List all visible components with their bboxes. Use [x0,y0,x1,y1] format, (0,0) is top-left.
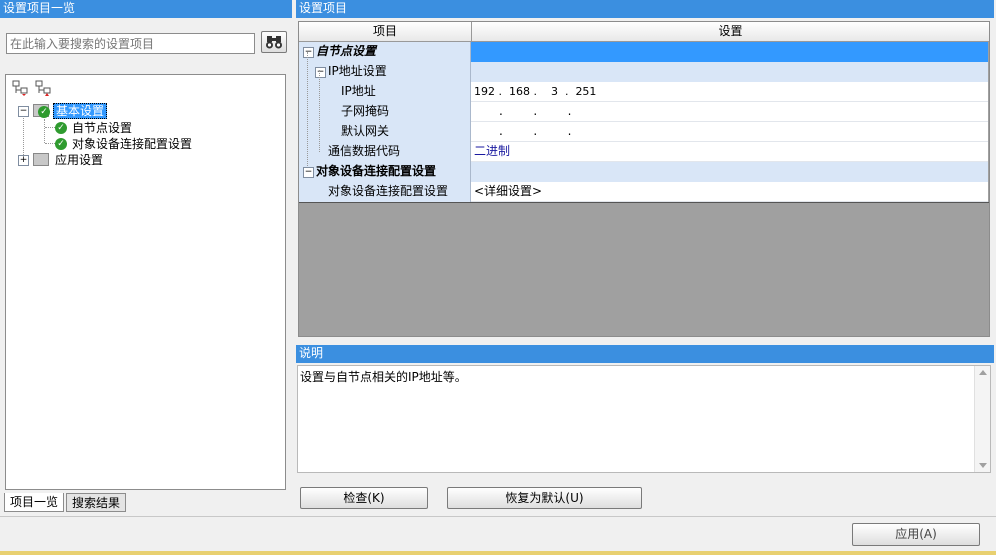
tree-line [45,127,55,128]
scroll-down-icon[interactable] [979,463,987,468]
tree-line [307,52,308,166]
column-header-setting[interactable]: 设置 [472,22,989,42]
ip-address-field[interactable]: 192 . 168 . 3 . 251 [471,82,988,102]
row-label: 自节点设置 [316,44,377,58]
collapse-all-icon[interactable] [35,80,51,96]
check-icon: ✓ [55,122,67,134]
default-gateway-field[interactable]: . . . [471,122,988,142]
row-label: 默认网关 [341,124,390,138]
folder-icon [33,153,49,166]
column-header-item[interactable]: 项目 [299,22,472,42]
row-label: IP地址设置 [328,64,387,78]
collapse-icon[interactable]: − [303,47,314,58]
tree-item-label: 基本设置 [53,103,108,119]
panel-splitter[interactable] [292,0,296,516]
subnet-mask-field[interactable]: . . . [471,102,988,122]
bottom-separator [0,516,996,517]
check-icon: ✓ [38,106,50,118]
tree-line [44,119,45,143]
settings-grid: 项目 设置 − 自节点设置 − IP地址设置 IP地址 192 . 168 . … [298,21,990,337]
binoculars-icon [266,36,282,49]
tree-item-label: 对象设备连接配置设置 [72,137,193,151]
tree-line [45,143,55,144]
right-panel-title: 设置项目 [296,0,994,18]
tab-item-list[interactable]: 项目一览 [4,493,65,512]
grid-row-target-connection-detail[interactable]: 对象设备连接配置设置 <详细设置> [299,182,988,202]
expand-all-icon[interactable] [12,80,28,96]
expand-icon[interactable]: + [18,155,29,166]
left-panel: 设置项目一览 在此输入要搜索的设置项目 − ✓ 基本设置 ✓ 自节点设置 ✓ 对… [0,0,292,516]
grid-row-ip-settings[interactable]: − IP地址设置 [299,62,988,82]
check-button[interactable]: 检查(K) [300,487,428,509]
row-label: 子网掩码 [341,104,390,118]
tree-line [23,115,24,159]
check-icon: ✓ [55,138,67,150]
search-button[interactable] [261,31,287,53]
detail-settings-link[interactable]: <详细设置> [471,182,988,202]
row-label: IP地址 [341,84,376,98]
comm-data-code-select[interactable]: 二进制 [471,142,988,162]
row-label: 对象设备连接配置设置 [328,184,449,198]
grid-bottom-border [299,202,989,203]
grid-row-target-connection[interactable]: − 对象设备连接配置设置 [299,162,988,182]
grid-row-default-gateway[interactable]: 默认网关 . . . [299,122,988,142]
collapse-icon[interactable]: − [18,106,29,117]
grid-row-self-node[interactable]: − 自节点设置 [299,42,988,62]
collapse-icon[interactable]: − [315,67,326,78]
description-box: 设置与自节点相关的IP地址等。 [297,365,991,473]
tree-line [319,70,320,152]
grid-row-ip-address[interactable]: IP地址 192 . 168 . 3 . 251 [299,82,988,102]
grid-row-subnet-mask[interactable]: 子网掩码 . . . [299,102,988,122]
window-bottom-edge [0,551,996,555]
left-panel-title: 设置项目一览 [0,0,292,18]
tree-item-label: 自节点设置 [72,121,133,135]
row-value [471,162,988,182]
description-text: 设置与自节点相关的IP地址等。 [300,370,467,384]
description-title: 说明 [296,345,994,363]
row-label: 对象设备连接配置设置 [316,164,437,178]
search-input[interactable] [6,33,255,54]
row-value[interactable] [471,42,988,62]
grid-row-comm-data-code[interactable]: 通信数据代码 二进制 [299,142,988,162]
row-value [471,62,988,82]
tree-item-label: 应用设置 [55,153,104,167]
description-scrollbar[interactable] [974,366,990,472]
row-label: 通信数据代码 [328,144,401,158]
scroll-up-icon[interactable] [979,370,987,375]
collapse-icon[interactable]: − [303,167,314,178]
restore-default-button[interactable]: 恢复为默认(U) [447,487,642,509]
apply-button[interactable]: 应用(A) [852,523,980,546]
tree-container: − ✓ 基本设置 ✓ 自节点设置 ✓ 对象设备连接配置设置 + 应用设置 [5,74,286,490]
tab-search-results[interactable]: 搜索结果 [66,493,127,512]
